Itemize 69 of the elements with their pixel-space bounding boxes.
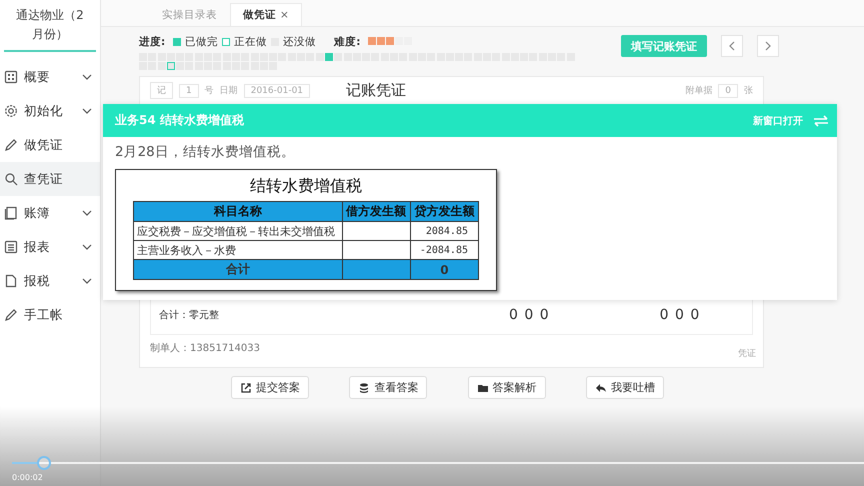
reply-icon bbox=[594, 382, 607, 394]
difficulty-label: 难度: bbox=[334, 35, 360, 49]
action-button[interactable]: 答案解析 bbox=[468, 376, 546, 400]
book-icon bbox=[4, 206, 18, 220]
total-label-cell: 合计 bbox=[134, 260, 342, 280]
progress-cell[interactable] bbox=[166, 53, 175, 61]
sidebar-item[interactable]: 做凭证 bbox=[0, 128, 100, 162]
pencil-icon bbox=[4, 138, 18, 152]
sidebar-item[interactable]: 报表 bbox=[0, 230, 100, 264]
attachments-label: 附单据 bbox=[685, 84, 712, 98]
progress-handle[interactable] bbox=[37, 456, 52, 470]
chevron-left-icon bbox=[728, 41, 736, 51]
pencil-icon bbox=[4, 308, 18, 322]
credit-cell: 2084.85 bbox=[410, 222, 478, 240]
grid-icon bbox=[4, 70, 18, 84]
sidebar-item[interactable]: 查凭证 bbox=[0, 162, 100, 196]
task-description: 2月28日，结转水费增值税。 bbox=[114, 143, 296, 162]
swap-icon[interactable] bbox=[813, 114, 829, 126]
sidebar-item[interactable]: 账簿 bbox=[0, 196, 100, 230]
progress-cell[interactable] bbox=[334, 53, 342, 61]
legend-swatch bbox=[222, 38, 230, 46]
legend-label: 还没做 bbox=[283, 35, 316, 49]
progress-cell[interactable] bbox=[158, 53, 166, 61]
account-cell: 应交税费－应交增值税－转出未交增值税 bbox=[134, 222, 342, 240]
company-title: 通达物业（2月份） bbox=[4, 0, 96, 52]
database-icon bbox=[358, 382, 370, 394]
side-text: 凭证 bbox=[738, 348, 756, 360]
preparer-text: 制单人：13851714033 bbox=[150, 342, 260, 356]
sidebar-item[interactable]: 手工帐 bbox=[0, 298, 100, 332]
sidebar-item[interactable]: 概要 bbox=[0, 60, 100, 94]
progress-cell[interactable] bbox=[176, 53, 184, 61]
column-header: 贷方发生额 bbox=[410, 202, 478, 222]
external-link-icon bbox=[240, 382, 252, 394]
list-icon bbox=[4, 240, 18, 254]
debit-total: 0 0 0 bbox=[509, 307, 550, 324]
legend-label: 正在做 bbox=[234, 35, 268, 49]
progress-cell[interactable] bbox=[324, 53, 333, 61]
progress-cell[interactable] bbox=[316, 53, 324, 61]
action-button[interactable]: 查看答案 bbox=[349, 376, 428, 400]
voucher-title: 记账凭证 bbox=[346, 81, 406, 100]
action-button[interactable]: 提交答案 bbox=[231, 376, 310, 400]
progress-cell[interactable] bbox=[176, 62, 184, 70]
legend-swatch bbox=[173, 38, 182, 46]
column-header: 借方发生额 bbox=[342, 202, 410, 222]
attachments-unit: 张 bbox=[744, 84, 753, 98]
credit-total: 0 0 0 bbox=[660, 307, 700, 324]
total-text: 合计：零元整 bbox=[159, 308, 219, 322]
chevron-right-icon bbox=[764, 41, 772, 51]
column-header: 科目名称 bbox=[134, 202, 342, 222]
tab[interactable]: 做凭证 × bbox=[230, 3, 302, 26]
progress-cell[interactable] bbox=[158, 62, 166, 70]
sidebar-item[interactable]: 报税 bbox=[0, 264, 100, 298]
action-button[interactable]: 我要吐槽 bbox=[586, 376, 664, 400]
progress-cell[interactable] bbox=[166, 62, 175, 70]
next-button[interactable] bbox=[757, 35, 779, 57]
total-credit-cell: 0 bbox=[410, 260, 478, 280]
entry-table-title: 结转水费增值税 bbox=[250, 176, 362, 197]
sidebar-item[interactable]: 初始化 bbox=[0, 94, 100, 128]
popup-title: 业务54 结转水费增值税 bbox=[115, 112, 244, 129]
close-icon[interactable]: × bbox=[280, 9, 289, 21]
document-icon bbox=[4, 274, 18, 288]
settings-icon bbox=[4, 104, 18, 118]
video-time: 0:00:02 bbox=[12, 473, 43, 482]
number-unit: 号 bbox=[204, 85, 214, 98]
progress-label: 进度: bbox=[139, 35, 166, 49]
date-label: 日期 bbox=[220, 84, 238, 98]
legend-label: 已做完 bbox=[185, 35, 218, 49]
previous-button[interactable] bbox=[721, 35, 743, 57]
search-icon bbox=[4, 172, 18, 186]
